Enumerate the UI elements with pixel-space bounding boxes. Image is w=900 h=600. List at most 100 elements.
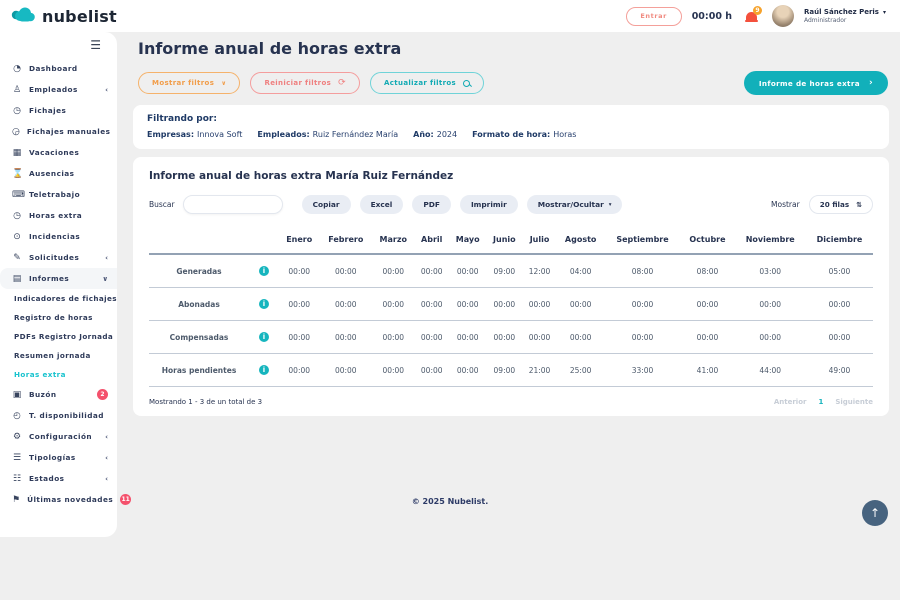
cell: 00:00 [279,321,319,354]
cell: 00:00 [735,288,806,321]
sidebar-subitem-indicadores-de-fichajes[interactable]: Indicadores de fichajes [0,289,117,308]
sidebar-item-tipologias[interactable]: ☰Tipologías‹ [0,447,117,468]
user-name: Raúl Sánchez Peris [804,8,879,17]
search-input[interactable] [183,195,283,214]
sidebar-item-label: Últimas novedades [27,495,113,504]
reset-filters-label: Reiniciar filtros [264,79,331,87]
info-icon[interactable]: i [259,266,269,276]
inbox-icon: ▣ [12,390,22,400]
criterion-label: Año: [413,130,434,139]
hourglass-icon: ⌛ [12,169,22,179]
pagination-prev[interactable]: Anterior [774,398,807,406]
sidebar-item-incidencias[interactable]: ⊙Incidencias [0,226,117,247]
overtime-report-label: Informe de horas extra [759,79,860,88]
button-label: Imprimir [471,200,507,209]
imprimir-button[interactable]: Imprimir [460,195,518,214]
sidebar-item-informes[interactable]: ▤Informes∨ [0,268,117,289]
row-info-cell: i [249,321,279,354]
column-header-marzo: Marzo [372,229,414,254]
pagination-page-1[interactable]: 1 [818,398,823,406]
sidebar-nav: ◔Dashboard♙Empleados‹◷Fichajes◶Fichajes … [0,58,117,510]
info-icon[interactable]: i [259,332,269,342]
sidebar-item-label: T. disponibilidad [29,411,104,420]
sidebar-subitem-resumen-jornada[interactable]: Resumen jornada [0,346,117,365]
cell: 03:00 [735,254,806,288]
report-icon: ▤ [12,274,22,284]
cell: 25:00 [557,354,605,387]
avatar[interactable] [772,5,794,27]
sidebar: ☰ ◔Dashboard♙Empleados‹◷Fichajes◶Fichaje… [0,32,117,537]
worked-time: 00:00 h [692,11,732,22]
user-menu[interactable]: Raúl Sánchez Peris ▾ Administrador [804,8,886,24]
sidebar-subitem-pdfs-registro-jornada[interactable]: PDFs Registro Jornada [0,327,117,346]
sidebar-item-empleados[interactable]: ♙Empleados‹ [0,79,117,100]
sidebar-item-fichajes-manuales[interactable]: ◶Fichajes manuales [0,121,117,142]
pdf-button[interactable]: PDF [412,195,451,214]
sidebar-subitem-horas-extra[interactable]: Horas extra [0,365,117,384]
cell: 12:00 [522,254,557,288]
row-info-cell: i [249,288,279,321]
row-label: Horas pendientes [149,354,249,387]
cell: 21:00 [522,354,557,387]
info-icon[interactable]: i [259,365,269,375]
sidebar-item-estados[interactable]: ☷Estados‹ [0,468,117,489]
export-buttons: Copiar Excel PDF Imprimir Mostrar/Ocultar▾ [302,195,623,214]
show-filters-button[interactable]: Mostrar filtros ∨ [138,72,240,94]
column-header-julio: Julio [522,229,557,254]
info-icon[interactable]: i [259,299,269,309]
sidebar-subitem-registro-de-horas[interactable]: Registro de horas [0,308,117,327]
sidebar-item-label: Buzón [29,390,56,399]
rows-per-page-select[interactable]: 20 filas ⇅ [809,195,873,214]
chevron-left-icon: ‹ [105,433,108,441]
hamburger-menu-icon[interactable]: ☰ [0,38,117,52]
filter-criterion-empresas: Empresas:Innova Soft [147,130,242,139]
calendar-icon: ▦ [12,148,22,158]
mostrar-ocultar-button[interactable]: Mostrar/Ocultar▾ [527,195,623,214]
sidebar-item-fichajes[interactable]: ◷Fichajes [0,100,117,121]
sidebar-item-buzon[interactable]: ▣Buzón2 [0,384,117,405]
update-filters-label: Actualizar filtros [384,79,456,87]
sidebar-item-configuracion[interactable]: ⚙Configuración‹ [0,426,117,447]
sidebar-item-ultimas-novedades[interactable]: ⚑Últimas novedades11 [0,489,117,510]
cell: 00:00 [557,321,605,354]
brand-logo[interactable]: nubelist [10,6,117,27]
column-header-rowlabel [149,229,249,254]
row-label: Compensadas [149,321,249,354]
report-card: Informe anual de horas extra María Ruiz … [133,157,889,416]
cell: 00:00 [486,321,522,354]
megaphone-icon: ⚑ [12,495,20,505]
sidebar-item-label: Configuración [29,432,92,441]
pagination-next[interactable]: Siguiente [835,398,873,406]
cell: 41:00 [680,354,734,387]
filtering-card: Filtrando por: Empresas:Innova SoftEmple… [133,105,889,149]
sidebar-item-vacaciones[interactable]: ▦Vacaciones [0,142,117,163]
excel-button[interactable]: Excel [360,195,404,214]
copiar-button[interactable]: Copiar [302,195,351,214]
sidebar-item-horas-extra[interactable]: ◷Horas extra [0,205,117,226]
cell: 00:00 [279,254,319,288]
sidebar-item-label: Ausencias [29,169,74,178]
header-row: EneroFebreroMarzoAbrilMayoJunioJulioAgos… [149,229,873,254]
column-header-enero: Enero [279,229,319,254]
show-rows-label: Mostrar [771,200,800,209]
sidebar-item-teletrabajo[interactable]: ⌨Teletrabajo [0,184,117,205]
report-table: EneroFebreroMarzoAbrilMayoJunioJulioAgos… [149,229,873,387]
chevron-left-icon: ‹ [105,454,108,462]
cell: 00:00 [605,288,681,321]
column-header-abril: Abril [414,229,449,254]
update-filters-button[interactable]: Actualizar filtros [370,72,484,94]
report-title: Informe anual de horas extra María Ruiz … [149,170,873,182]
login-button[interactable]: Entrar [626,7,682,26]
sidebar-item-solicitudes[interactable]: ✎Solicitudes‹ [0,247,117,268]
notifications-bell-icon[interactable]: 9 [745,9,759,23]
filter-criterion-formato-de-hora: Formato de hora:Horas [472,130,576,139]
cell: 09:00 [486,354,522,387]
sidebar-item-dashboard[interactable]: ◔Dashboard [0,58,117,79]
reset-filters-button[interactable]: Reiniciar filtros ⟳ [250,72,360,94]
scroll-to-top-button[interactable]: ↑ [862,500,888,526]
overtime-report-button[interactable]: Informe de horas extra › [744,71,888,95]
alert-circle-icon: ⊙ [12,232,22,242]
sidebar-item-label: Estados [29,474,64,483]
sidebar-item-t-disponibilidad[interactable]: ◴T. disponibilidad [0,405,117,426]
sidebar-item-ausencias[interactable]: ⌛ Ausencias [0,163,117,184]
